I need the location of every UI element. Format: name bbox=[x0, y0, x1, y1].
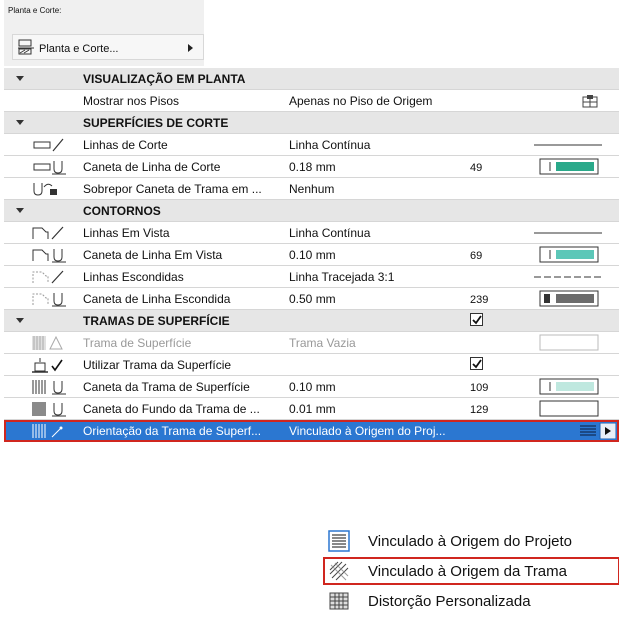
fill-preview[interactable] bbox=[534, 332, 616, 354]
row-label: Mostrar nos Pisos bbox=[83, 94, 180, 108]
project-origin-icon bbox=[328, 530, 350, 552]
row-value[interactable]: 0.50 mm bbox=[289, 292, 336, 306]
collapse-arrow-icon[interactable] bbox=[16, 318, 24, 323]
row-view-lines[interactable]: Linhas Em Vista Linha Contínua bbox=[4, 222, 619, 244]
row-hidden-line-pen[interactable]: Caneta de Linha Escondida 0.50 mm 239 bbox=[4, 288, 619, 310]
pen-color-swatch[interactable] bbox=[534, 376, 616, 398]
pen-number: 129 bbox=[470, 404, 489, 416]
submenu-arrow-icon bbox=[188, 44, 193, 52]
row-use-surface-fill[interactable]: Utilizar Trama da Superfície bbox=[4, 354, 619, 376]
hidden-line-icon bbox=[32, 270, 64, 284]
row-label: Caneta de Linha de Corte bbox=[83, 160, 221, 174]
pen-color-swatch[interactable] bbox=[534, 398, 616, 420]
panel-caption: Planta e Corte: bbox=[8, 6, 62, 15]
row-value[interactable]: 0.10 mm bbox=[289, 248, 336, 262]
row-surface-fill[interactable]: Trama de Superfície Trama Vazia bbox=[4, 332, 619, 354]
row-label: Linhas de Corte bbox=[83, 138, 168, 152]
section-outlines[interactable]: CONTORNOS bbox=[4, 200, 619, 222]
row-value[interactable]: Linha Tracejada 3:1 bbox=[289, 270, 394, 284]
pen-icon bbox=[33, 161, 66, 175]
menu-item-label: Vinculado à Origem da Trama bbox=[368, 563, 567, 580]
row-value[interactable]: 0.10 mm bbox=[289, 380, 336, 394]
pen-number: 109 bbox=[470, 382, 489, 394]
row-label: Utilizar Trama da Superfície bbox=[83, 358, 232, 372]
dashed-line-preview bbox=[534, 276, 602, 278]
row-view-line-pen[interactable]: Caneta de Linha Em Vista 0.10 mm 69 bbox=[4, 244, 619, 266]
row-label: Linhas Em Vista bbox=[83, 226, 170, 240]
orientation-dropdown[interactable] bbox=[578, 423, 616, 439]
floor-plan-icon bbox=[18, 39, 34, 55]
pen-number: 239 bbox=[470, 294, 489, 306]
fill-orientation-icon bbox=[32, 424, 63, 438]
section-title: SUPERFÍCIES DE CORTE bbox=[83, 116, 229, 130]
fill-pattern-icon bbox=[32, 335, 63, 350]
pen-icon bbox=[32, 249, 66, 263]
menu-item-fill-origin[interactable]: Vinculado à Origem da Trama bbox=[323, 557, 619, 585]
section-title: VISUALIZAÇÃO EM PLANTA bbox=[83, 72, 246, 86]
row-fill-pen[interactable]: Caneta da Trama de Superfície 0.10 mm 10… bbox=[4, 376, 619, 398]
menu-item-label: Vinculado à Origem do Projeto bbox=[368, 533, 573, 550]
row-hidden-lines[interactable]: Linhas Escondidas Linha Tracejada 3:1 bbox=[4, 266, 619, 288]
settings-header: Planta e Corte: Planta e Corte... bbox=[4, 0, 204, 66]
collapse-arrow-icon[interactable] bbox=[16, 76, 24, 81]
override-pen-icon bbox=[33, 183, 57, 196]
menu-item-label: Distorção Personalizada bbox=[368, 593, 531, 610]
section-title: CONTORNOS bbox=[83, 204, 161, 218]
section-surface-fills[interactable]: TRAMAS DE SUPERFÍCIE bbox=[4, 310, 619, 332]
section-title: TRAMAS DE SUPERFÍCIE bbox=[83, 314, 230, 328]
pen-color-swatch[interactable] bbox=[534, 244, 616, 266]
cut-line-icon bbox=[33, 138, 64, 152]
section-floor-plan-display[interactable]: VISUALIZAÇÃO EM PLANTA bbox=[4, 68, 619, 90]
row-value[interactable]: Linha Contínua bbox=[289, 226, 370, 240]
pen-color-swatch[interactable] bbox=[534, 156, 616, 178]
menu-item-project-origin[interactable]: Vinculado à Origem do Projeto bbox=[324, 528, 619, 554]
row-cut-line-pen[interactable]: Caneta de Linha de Corte 0.18 mm 49 bbox=[4, 156, 619, 178]
collapse-arrow-icon[interactable] bbox=[16, 208, 24, 213]
settings-grid: VISUALIZAÇÃO EM PLANTA Mostrar nos Pisos… bbox=[4, 68, 619, 442]
plan-section-button[interactable]: Planta e Corte... bbox=[12, 34, 204, 60]
plan-section-label: Planta e Corte... bbox=[39, 43, 119, 55]
row-label: Trama de Superfície bbox=[83, 336, 192, 350]
row-value[interactable]: Trama Vazia bbox=[289, 336, 356, 350]
pen-number: 69 bbox=[470, 250, 483, 262]
row-cut-lines[interactable]: Linhas de Corte Linha Contínua bbox=[4, 134, 619, 156]
row-fill-background-pen[interactable]: Caneta do Fundo da Trama de ... 0.01 mm … bbox=[4, 398, 619, 420]
row-label: Orientação da Trama de Superf... bbox=[83, 424, 262, 438]
fill-origin-icon bbox=[329, 561, 349, 581]
pen-icon bbox=[32, 293, 66, 307]
row-label: Caneta do Fundo da Trama de ... bbox=[83, 402, 260, 416]
row-label: Sobrepor Caneta de Trama em ... bbox=[83, 182, 262, 196]
checkmark-icon bbox=[472, 315, 482, 325]
row-show-on-floors[interactable]: Mostrar nos Pisos Apenas no Piso de Orig… bbox=[4, 90, 619, 112]
floor-display-icon bbox=[582, 95, 598, 108]
custom-distortion-icon bbox=[329, 592, 349, 610]
solid-line-preview bbox=[534, 232, 602, 234]
collapse-arrow-icon[interactable] bbox=[16, 120, 24, 125]
fill-pen-icon bbox=[32, 380, 66, 395]
section-checkbox[interactable] bbox=[470, 313, 483, 326]
row-fill-orientation[interactable]: Orientação da Trama de Superf... Vincula… bbox=[4, 420, 619, 442]
view-line-icon bbox=[32, 226, 64, 240]
row-value[interactable]: Linha Contínua bbox=[289, 138, 370, 152]
menu-item-custom-distortion[interactable]: Distorção Personalizada bbox=[324, 588, 619, 614]
checkmark-icon bbox=[472, 359, 482, 369]
fill-background-icon bbox=[32, 402, 66, 417]
row-value[interactable]: Apenas no Piso de Origem bbox=[289, 94, 432, 108]
row-label: Caneta da Trama de Superfície bbox=[83, 380, 250, 394]
row-override-fill-pen[interactable]: Sobrepor Caneta de Trama em ... Nenhum bbox=[4, 178, 619, 200]
row-value[interactable]: 0.18 mm bbox=[289, 160, 336, 174]
section-cut-surfaces[interactable]: SUPERFÍCIES DE CORTE bbox=[4, 112, 619, 134]
row-label: Caneta de Linha Em Vista bbox=[83, 248, 223, 262]
row-value[interactable]: Nenhum bbox=[289, 182, 334, 196]
surface-fill-toggle-icon bbox=[32, 358, 63, 373]
orientation-popup-menu: Vinculado à Origem do Projeto Vinculado … bbox=[323, 524, 619, 618]
solid-line-preview bbox=[534, 144, 602, 146]
pen-number: 49 bbox=[470, 162, 483, 174]
row-label: Caneta de Linha Escondida bbox=[83, 292, 231, 306]
row-value[interactable]: Vinculado à Origem do Proj... bbox=[289, 424, 446, 438]
use-surface-fill-checkbox[interactable] bbox=[470, 357, 483, 370]
row-value[interactable]: 0.01 mm bbox=[289, 402, 336, 416]
row-label: Linhas Escondidas bbox=[83, 270, 184, 284]
pen-color-swatch[interactable] bbox=[534, 288, 616, 310]
